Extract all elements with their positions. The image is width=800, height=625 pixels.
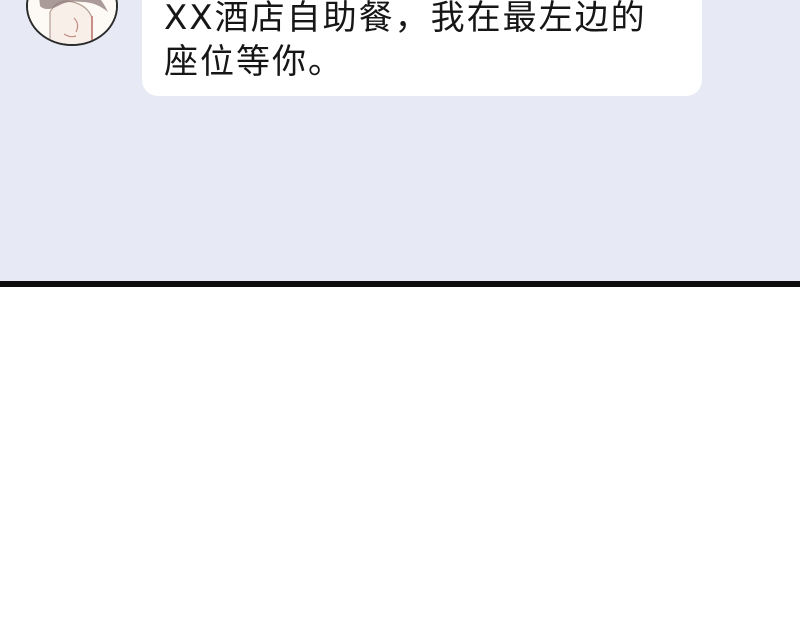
- character-portrait-icon: [28, 0, 116, 44]
- blank-panel: [0, 287, 800, 625]
- chat-bubble: XX酒店自助餐，我在最左边的座位等你。: [142, 0, 702, 96]
- message-text: XX酒店自助餐，我在最左边的座位等你。: [164, 0, 647, 82]
- avatar: [26, 0, 118, 46]
- chat-panel: XX酒店自助餐，我在最左边的座位等你。: [0, 0, 800, 281]
- comic-page: XX酒店自助餐，我在最左边的座位等你。: [0, 0, 800, 625]
